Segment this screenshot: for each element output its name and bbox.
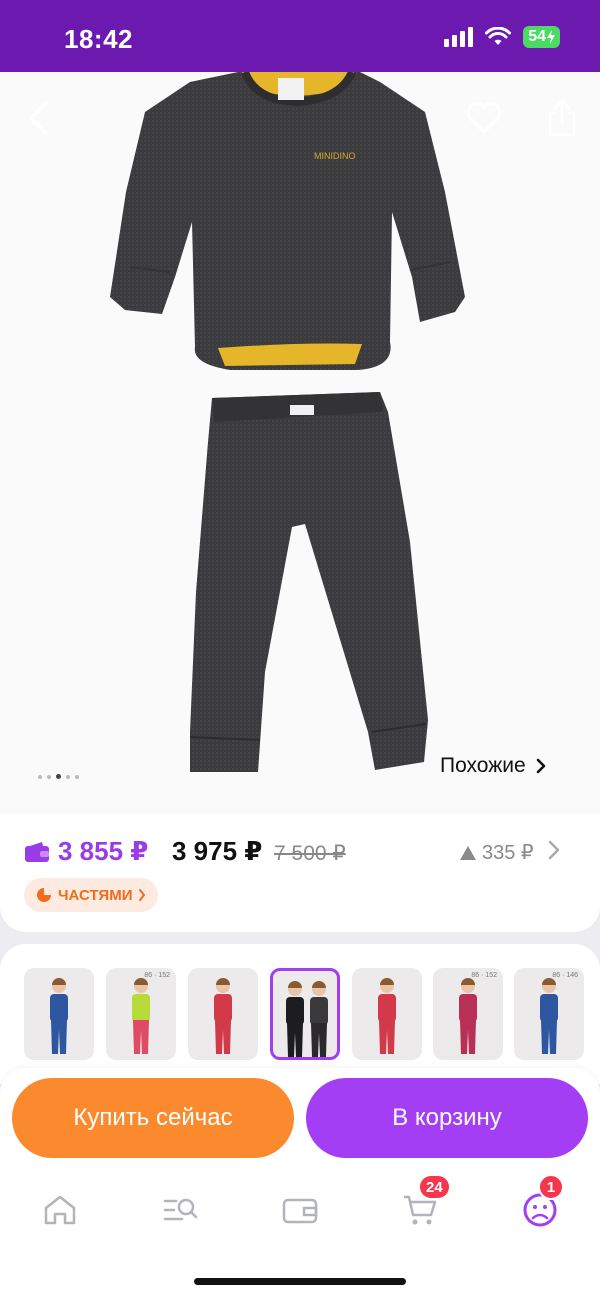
status-icons: 54 (444, 26, 560, 48)
chevron-left-icon (29, 101, 48, 135)
variant-image (50, 978, 68, 1054)
pagination-dot (47, 774, 51, 779)
variant-image (132, 978, 150, 1054)
installments-label: ЧАСТЯМИ (58, 886, 133, 904)
battery-level: 54 (528, 28, 546, 45)
chevron-right-icon[interactable] (548, 840, 560, 860)
variant-size-label: 86 · 146 (552, 972, 578, 979)
wallet-price-value: 3 855 ₽ (58, 836, 149, 866)
wallet-icon (282, 1198, 318, 1224)
triangle-up-icon (460, 845, 476, 860)
home-indicator (194, 1278, 406, 1285)
variant-size-label: 86 · 152 (144, 972, 170, 979)
variant-image (459, 978, 477, 1054)
variant-image (378, 978, 396, 1054)
profile-badge: 1 (538, 1174, 564, 1200)
tab-home[interactable] (38, 1188, 82, 1232)
chevron-right-icon (536, 758, 545, 774)
tab-wallet[interactable] (278, 1188, 322, 1232)
battery-indicator: 54 (523, 26, 560, 48)
variant-image (286, 981, 328, 1057)
variant-size-label: 86 · 152 (471, 972, 497, 979)
variant-thumbnail[interactable] (270, 968, 340, 1060)
price-change-value: 335 ₽ (482, 842, 534, 864)
catalog-search-icon (163, 1198, 198, 1221)
svg-text:MINIDINO: MINIDINO (314, 151, 356, 161)
variant-thumbnail[interactable] (24, 968, 94, 1060)
home-icon (44, 1195, 76, 1225)
product-gallery[interactable]: MINIDINO Похожие (0, 72, 600, 814)
pagination-dot (66, 774, 70, 779)
charging-icon (547, 30, 555, 44)
pagination-dot (75, 774, 79, 779)
tab-profile[interactable]: 1 (518, 1174, 564, 1232)
add-to-cart-button[interactable]: В корзину (306, 1078, 588, 1158)
wallet-price[interactable]: 3 855 ₽ (24, 836, 148, 867)
share-icon (548, 99, 576, 137)
heart-icon (466, 102, 502, 134)
regular-price: 3 975 ₽ (172, 836, 263, 866)
variant-image (214, 978, 232, 1054)
similar-products-link[interactable]: Похожие (440, 754, 546, 778)
variant-image (540, 978, 558, 1054)
pagination-dot-active (56, 774, 61, 779)
variant-thumbnail[interactable]: 86 · 152 (433, 968, 503, 1060)
price-history[interactable]: 335 ₽ (460, 840, 534, 865)
tab-catalog[interactable] (158, 1188, 202, 1232)
status-time: 18:42 (64, 24, 133, 54)
bottom-action-bar: Купить сейчас В корзину 24 1 (0, 1068, 600, 1297)
variant-thumbnail[interactable] (188, 968, 258, 1060)
buy-now-button[interactable]: Купить сейчас (12, 1078, 294, 1158)
installments-badge[interactable]: ЧАСТЯМИ (24, 878, 159, 912)
favorite-button[interactable] (462, 96, 506, 140)
variant-thumbnail[interactable] (352, 968, 422, 1060)
chevron-right-icon (139, 889, 146, 901)
gallery-pagination (38, 774, 79, 779)
product-image: MINIDINO (110, 72, 465, 772)
wifi-icon (485, 27, 512, 45)
pagination-dot (38, 774, 42, 779)
price-card: 3 855 ₽ 3 975 ₽ 7 500 ₽ 335 ₽ ЧАСТЯМИ (0, 814, 600, 932)
variant-thumbnail[interactable]: 86 · 152 (106, 968, 176, 1060)
wallet-icon (25, 841, 49, 862)
back-button[interactable] (16, 96, 60, 140)
similar-label: Похожие (440, 754, 526, 777)
share-button[interactable] (540, 96, 584, 140)
pie-chart-icon (37, 888, 51, 902)
variants-card: 86 · 152 86 · 152 86 · 146 (0, 944, 600, 1084)
signal-icon (444, 27, 474, 47)
cart-badge: 24 (418, 1174, 451, 1200)
tab-cart[interactable]: 24 (398, 1174, 451, 1232)
old-price: 7 500 ₽ (274, 842, 346, 865)
status-bar: 18:42 54 (0, 0, 600, 72)
variant-thumbnail[interactable]: 86 · 146 (514, 968, 584, 1060)
